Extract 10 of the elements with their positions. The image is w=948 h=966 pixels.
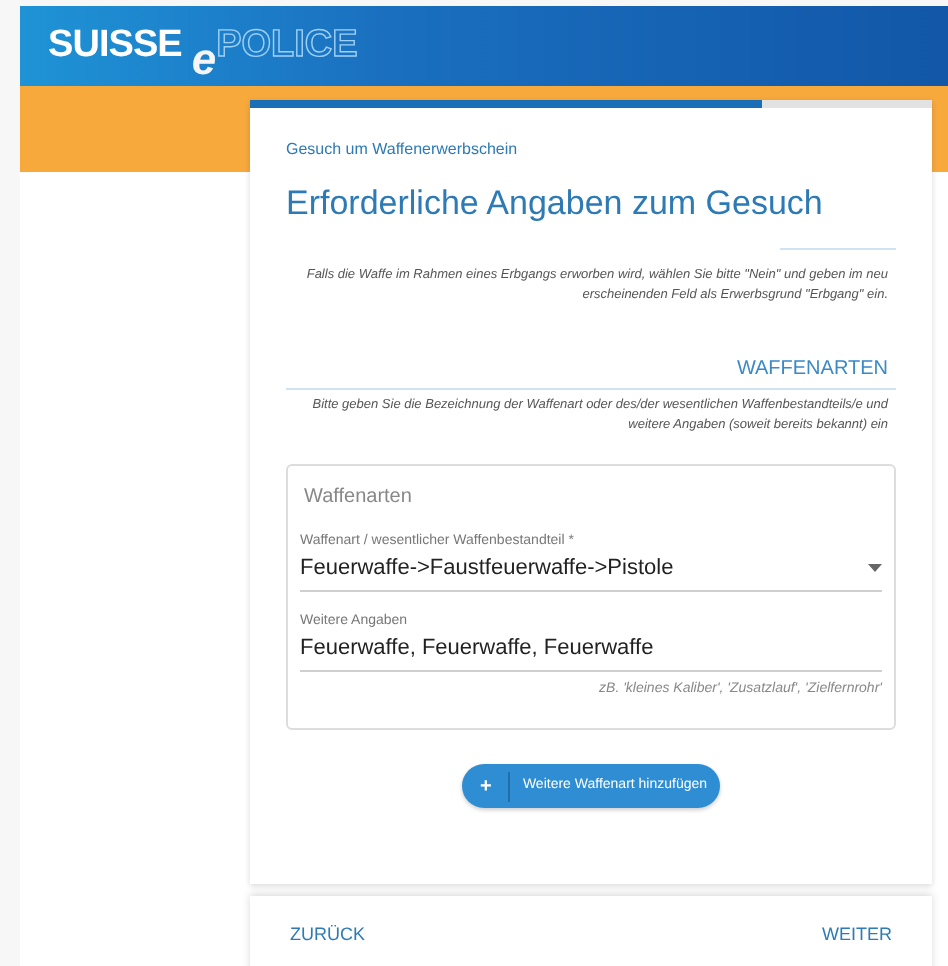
form-title: Erforderliche Angaben zum Gesuch: [286, 182, 825, 226]
section-heading: WAFFENARTEN: [286, 353, 896, 389]
back-button[interactable]: ZURÜCK: [290, 922, 365, 950]
logo-brand: SUISSE: [48, 21, 182, 70]
next-button[interactable]: WEITER: [822, 922, 892, 950]
group-legend: Waffenarten: [300, 481, 882, 511]
form-subtitle: Gesuch um Waffenerwerbschein: [286, 138, 520, 162]
logo-product: POLICE: [216, 21, 358, 70]
dropdown-caret-icon: [868, 564, 882, 573]
logo-letter: e: [191, 38, 217, 83]
